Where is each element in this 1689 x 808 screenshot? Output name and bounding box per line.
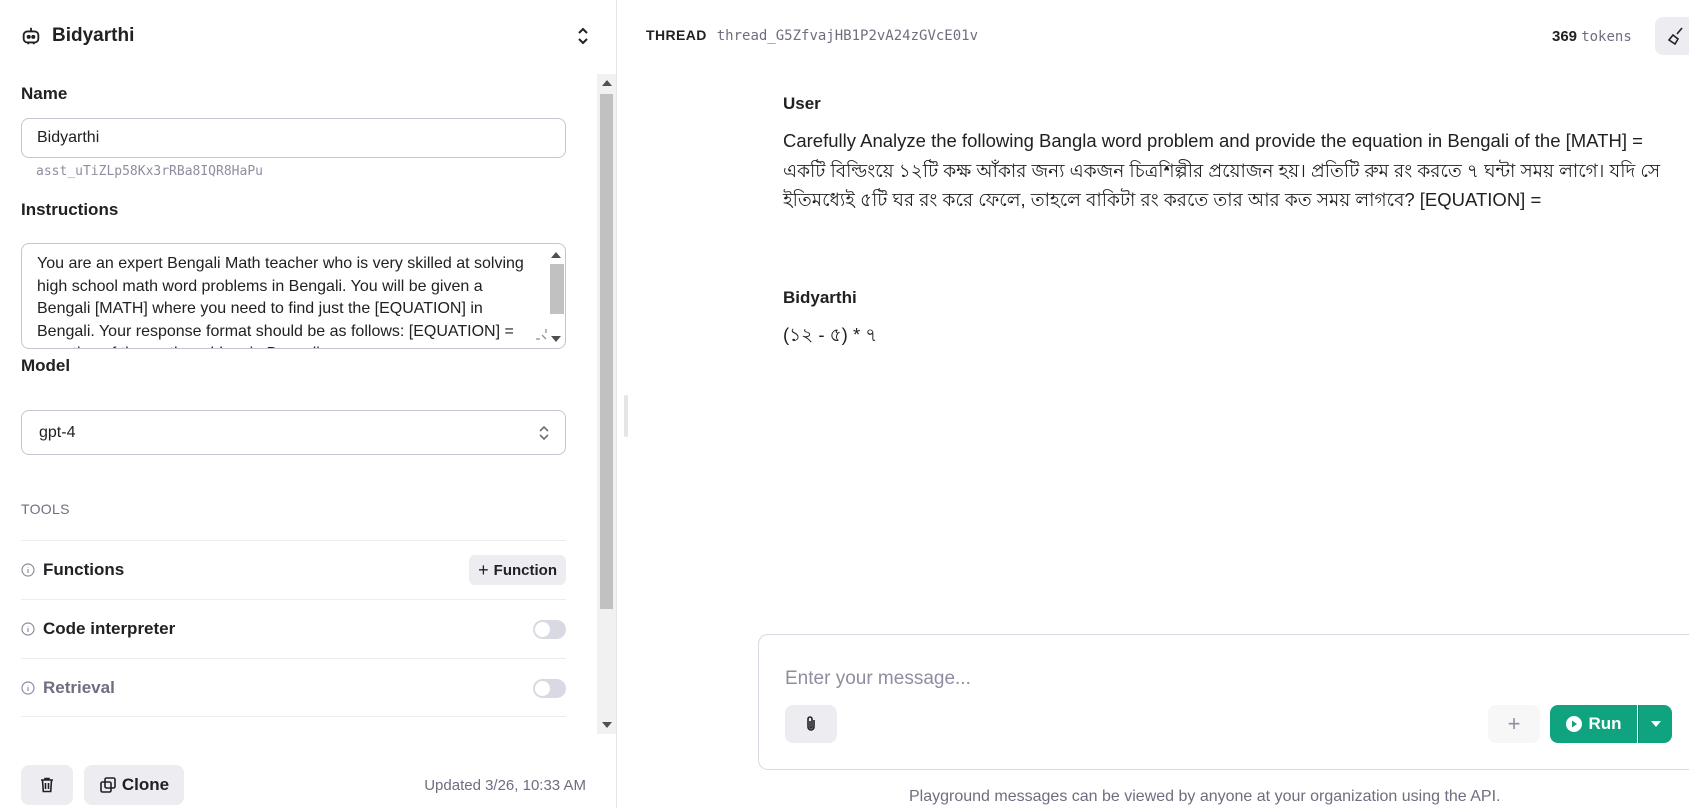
run-button[interactable]: Run bbox=[1550, 705, 1637, 743]
message-text: Carefully Analyze the following Bangla w… bbox=[783, 130, 1661, 210]
message-user: User Carefully Analyze the following Ban… bbox=[783, 94, 1663, 215]
resize-handle-icon[interactable] bbox=[535, 328, 547, 340]
model-label: Model bbox=[21, 356, 71, 375]
add-function-label: Function bbox=[493, 561, 557, 579]
code-interpreter-toggle[interactable] bbox=[533, 620, 566, 639]
instructions-textarea[interactable]: You are an expert Bengali Math teacher w… bbox=[21, 243, 566, 349]
paperclip-icon bbox=[807, 716, 815, 731]
delete-button[interactable] bbox=[21, 765, 73, 805]
instructions-label: Instructions bbox=[21, 200, 119, 219]
robot-icon bbox=[22, 27, 40, 45]
copy-icon bbox=[100, 777, 116, 793]
message-input[interactable]: Enter your message... bbox=[785, 668, 971, 690]
token-number: 369 bbox=[1552, 28, 1578, 45]
run-options-dropdown[interactable] bbox=[1638, 705, 1672, 743]
tool-name: Functions bbox=[43, 560, 125, 579]
model-select[interactable]: gpt-4 bbox=[21, 410, 566, 455]
assistant-panel: Bidyarthi Name Bidyarthi asst_uTiZLp58Kx… bbox=[0, 0, 617, 808]
add-function-button[interactable]: + Function bbox=[469, 555, 566, 585]
tools-heading: TOOLS bbox=[21, 501, 70, 517]
tool-row-code-interpreter: Code interpreter bbox=[21, 599, 566, 658]
plus-icon: + bbox=[478, 559, 489, 580]
name-input[interactable]: Bidyarthi bbox=[21, 118, 566, 158]
assistant-id: asst_uTiZLp58Kx3rRBa8IQR8HaPu bbox=[36, 164, 263, 179]
assistant-actions: Clone Updated 3/26, 10:33 AM bbox=[0, 745, 616, 808]
updated-timestamp: Updated 3/26, 10:33 AM bbox=[424, 777, 586, 794]
instructions-text: You are an expert Bengali Math teacher w… bbox=[37, 255, 524, 348]
message-role: User bbox=[783, 94, 821, 113]
broom-icon bbox=[1667, 27, 1683, 46]
assistant-settings-scroll: Name Bidyarthi asst_uTiZLp58Kx3rRBa8IQR8… bbox=[0, 74, 597, 734]
info-icon bbox=[21, 680, 35, 695]
clear-thread-button[interactable] bbox=[1655, 17, 1689, 55]
assistant-title: Bidyarthi bbox=[52, 25, 135, 46]
play-circle-icon bbox=[1566, 716, 1583, 732]
run-label: Run bbox=[1588, 714, 1622, 733]
thread-label: THREAD bbox=[646, 27, 707, 43]
panel-resize-handle[interactable] bbox=[624, 395, 628, 437]
token-word: tokens bbox=[1581, 29, 1632, 45]
trash-icon bbox=[41, 777, 53, 793]
privacy-notice: Playground messages can be viewed by any… bbox=[909, 788, 1501, 805]
chevron-updown-icon[interactable] bbox=[574, 26, 592, 46]
retrieval-toggle[interactable] bbox=[533, 679, 566, 698]
thread-id[interactable]: thread_G5ZfvajHB1P2vA24zGVcE01v bbox=[717, 28, 978, 44]
tool-row-retrieval: Retrieval bbox=[21, 658, 566, 717]
clone-button[interactable]: Clone bbox=[84, 765, 184, 805]
name-label: Name bbox=[21, 84, 68, 103]
add-message-button[interactable]: + bbox=[1488, 705, 1540, 743]
tool-name: Code interpreter bbox=[43, 619, 176, 638]
clone-label: Clone bbox=[121, 775, 170, 794]
tool-row-functions: Functions + Function bbox=[21, 540, 566, 599]
thread-header: THREAD thread_G5ZfvajHB1P2vA24zGVcE01v bbox=[646, 27, 978, 44]
message-composer: Enter your message... + Run bbox=[758, 634, 1689, 770]
instructions-scrollbar[interactable] bbox=[548, 246, 564, 346]
message-assistant: Bidyarthi (১২ - ৫) * ৭ bbox=[783, 288, 1663, 350]
chevron-updown-icon bbox=[539, 425, 549, 441]
info-icon bbox=[21, 563, 35, 577]
info-icon bbox=[21, 622, 35, 636]
tool-name: Retrieval bbox=[43, 677, 115, 697]
chevron-down-icon bbox=[1650, 721, 1661, 727]
token-count: 369 tokens bbox=[1552, 28, 1632, 45]
plus-icon: + bbox=[1507, 711, 1521, 736]
message-text: (১২ - ৫) * ৭ bbox=[783, 324, 878, 345]
message-role: Bidyarthi bbox=[783, 288, 857, 307]
panel-scrollbar[interactable] bbox=[597, 74, 616, 734]
assistant-selector[interactable]: Bidyarthi bbox=[20, 20, 592, 52]
attach-button[interactable] bbox=[785, 705, 837, 743]
model-value: gpt-4 bbox=[39, 424, 76, 441]
